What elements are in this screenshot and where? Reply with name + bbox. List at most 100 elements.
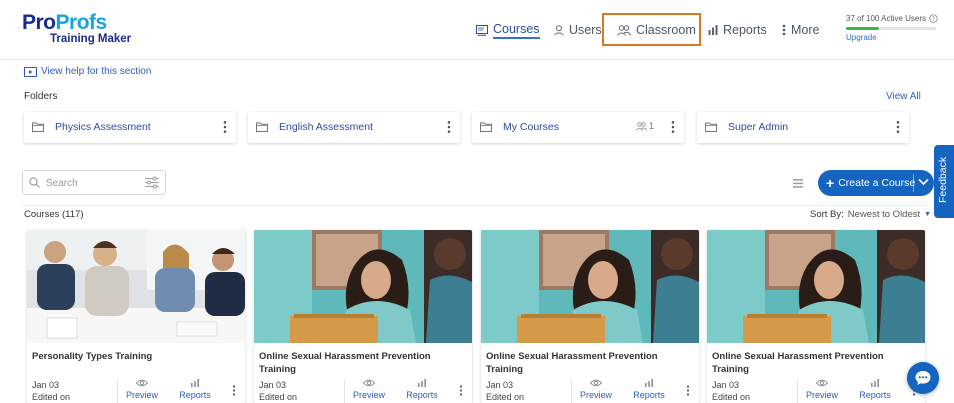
course-edited-label: Edited on bbox=[712, 392, 751, 402]
course-card[interactable]: Online Sexual Harassment Prevention Trai… bbox=[254, 230, 472, 403]
folder-card[interactable]: Super Admin bbox=[697, 112, 909, 143]
divider bbox=[117, 380, 118, 403]
course-title[interactable]: Online Sexual Harassment Prevention Trai… bbox=[712, 350, 917, 376]
folder-icon bbox=[32, 122, 44, 132]
folder-card[interactable]: Physics Assessment bbox=[24, 112, 236, 143]
course-date: Jan 03 bbox=[259, 380, 287, 390]
top-header: ProProfs Training Maker Courses Users Cl… bbox=[0, 0, 954, 60]
course-preview-button[interactable]: Preview bbox=[805, 379, 839, 400]
nav-users[interactable]: Users bbox=[554, 21, 602, 39]
folder-name: Physics Assessment bbox=[55, 121, 151, 133]
nav-reports-label: Reports bbox=[723, 23, 767, 37]
reports-icon bbox=[708, 25, 718, 35]
folder-name: My Courses bbox=[503, 121, 560, 133]
nav-more[interactable]: More bbox=[782, 21, 819, 39]
course-kebab-icon[interactable] bbox=[232, 385, 236, 396]
help-link[interactable]: View help for this section bbox=[24, 66, 151, 77]
course-title[interactable]: Online Sexual Harassment Prevention Trai… bbox=[486, 350, 691, 376]
reports-label: Reports bbox=[633, 390, 665, 400]
feedback-tab[interactable]: Feedback bbox=[934, 145, 954, 218]
course-reports-button[interactable]: Reports bbox=[857, 379, 893, 400]
folder-kebab-icon[interactable] bbox=[222, 120, 228, 134]
preview-label: Preview bbox=[125, 390, 158, 400]
course-edited-label: Edited on bbox=[486, 392, 525, 402]
chevron-down-icon[interactable] bbox=[918, 178, 929, 186]
sort-by-dropdown[interactable]: Sort By: Newest to Oldest ▼ bbox=[810, 209, 931, 220]
bar-chart-icon bbox=[871, 379, 879, 387]
reports-label: Reports bbox=[406, 390, 438, 400]
help-link-label: View help for this section bbox=[41, 66, 152, 77]
upgrade-link[interactable]: Upgrade bbox=[846, 33, 938, 42]
folder-kebab-icon[interactable] bbox=[895, 120, 901, 134]
course-card[interactable]: Personality Types Training Jan 03 Edited… bbox=[27, 230, 245, 403]
user-icon bbox=[554, 24, 564, 36]
list-view-icon[interactable] bbox=[793, 179, 803, 188]
preview-label: Preview bbox=[579, 390, 612, 400]
filter-sliders-icon[interactable] bbox=[145, 176, 159, 189]
divider bbox=[344, 380, 345, 403]
create-course-button[interactable]: + Create a Course bbox=[818, 170, 934, 196]
course-thumbnail-woman-laptop[interactable] bbox=[707, 230, 925, 343]
eye-icon bbox=[135, 379, 149, 387]
active-users-widget: 37 of 100 Active Users ? Upgrade bbox=[846, 14, 938, 42]
course-edited-label: Edited on bbox=[259, 392, 298, 402]
courses-icon bbox=[476, 24, 488, 36]
course-reports-button[interactable]: Reports bbox=[404, 379, 440, 400]
preview-label: Preview bbox=[352, 390, 385, 400]
search-icon bbox=[29, 177, 40, 188]
course-reports-button[interactable]: Reports bbox=[177, 379, 213, 400]
preview-label: Preview bbox=[805, 390, 838, 400]
course-thumbnail-woman-laptop[interactable] bbox=[254, 230, 472, 343]
proprofs-logo[interactable]: ProProfs Training Maker bbox=[22, 12, 132, 48]
users-icon bbox=[636, 121, 647, 131]
woman-laptop-image bbox=[481, 230, 699, 343]
woman-laptop-image bbox=[707, 230, 925, 343]
folders-heading: Folders bbox=[24, 91, 58, 102]
course-preview-button[interactable]: Preview bbox=[579, 379, 613, 400]
folder-kebab-icon[interactable] bbox=[446, 120, 452, 134]
course-kebab-icon[interactable] bbox=[686, 385, 690, 396]
eye-icon bbox=[362, 379, 376, 387]
courses-count: Courses (117) bbox=[24, 209, 84, 220]
nav-classroom[interactable]: Classroom bbox=[617, 21, 696, 39]
course-title[interactable]: Online Sexual Harassment Prevention Trai… bbox=[259, 350, 464, 376]
course-preview-button[interactable]: Preview bbox=[125, 379, 159, 400]
course-kebab-icon[interactable] bbox=[459, 385, 463, 396]
folder-kebab-icon[interactable] bbox=[670, 120, 676, 134]
sort-by-value: Newest to Oldest bbox=[847, 209, 921, 220]
search-input[interactable] bbox=[46, 175, 136, 191]
bar-chart-icon bbox=[191, 379, 199, 387]
folder-card[interactable]: My Courses 1 bbox=[472, 112, 684, 143]
chat-support-button[interactable] bbox=[907, 362, 939, 394]
course-card[interactable]: Online Sexual Harassment Prevention Trai… bbox=[707, 230, 925, 403]
course-thumbnail-office-meeting[interactable] bbox=[27, 230, 245, 343]
active-users-progress-fill bbox=[846, 27, 880, 30]
view-all-link[interactable]: View All bbox=[886, 91, 921, 102]
course-card[interactable]: Online Sexual Harassment Prevention Trai… bbox=[481, 230, 699, 403]
nav-courses-label: Courses bbox=[493, 22, 540, 39]
reports-label: Reports bbox=[859, 390, 891, 400]
nav-classroom-label: Classroom bbox=[636, 23, 696, 37]
help-circle-icon[interactable]: ? bbox=[929, 14, 938, 23]
folder-shared-count-value: 1 bbox=[648, 121, 654, 131]
nav-reports[interactable]: Reports bbox=[708, 21, 767, 39]
folder-name: English Assessment bbox=[279, 121, 373, 133]
chat-icon bbox=[915, 371, 931, 385]
logo-pro: Pro bbox=[22, 11, 56, 34]
folder-card[interactable]: English Assessment bbox=[248, 112, 460, 143]
course-date: Jan 03 bbox=[32, 380, 60, 390]
woman-laptop-image bbox=[254, 230, 472, 343]
course-preview-button[interactable]: Preview bbox=[352, 379, 386, 400]
course-thumbnail-woman-laptop[interactable] bbox=[481, 230, 699, 343]
reports-label: Reports bbox=[179, 390, 211, 400]
folder-shared-count: 1 bbox=[636, 121, 654, 131]
bar-chart-icon bbox=[418, 379, 426, 387]
course-reports-button[interactable]: Reports bbox=[631, 379, 667, 400]
caret-down-icon: ▼ bbox=[924, 211, 932, 218]
active-users-progress-bar bbox=[846, 27, 936, 30]
folder-icon bbox=[256, 122, 268, 132]
search-box bbox=[22, 170, 166, 195]
video-help-icon bbox=[24, 66, 37, 77]
nav-courses[interactable]: Courses bbox=[476, 21, 540, 39]
course-title[interactable]: Personality Types Training bbox=[32, 350, 237, 363]
